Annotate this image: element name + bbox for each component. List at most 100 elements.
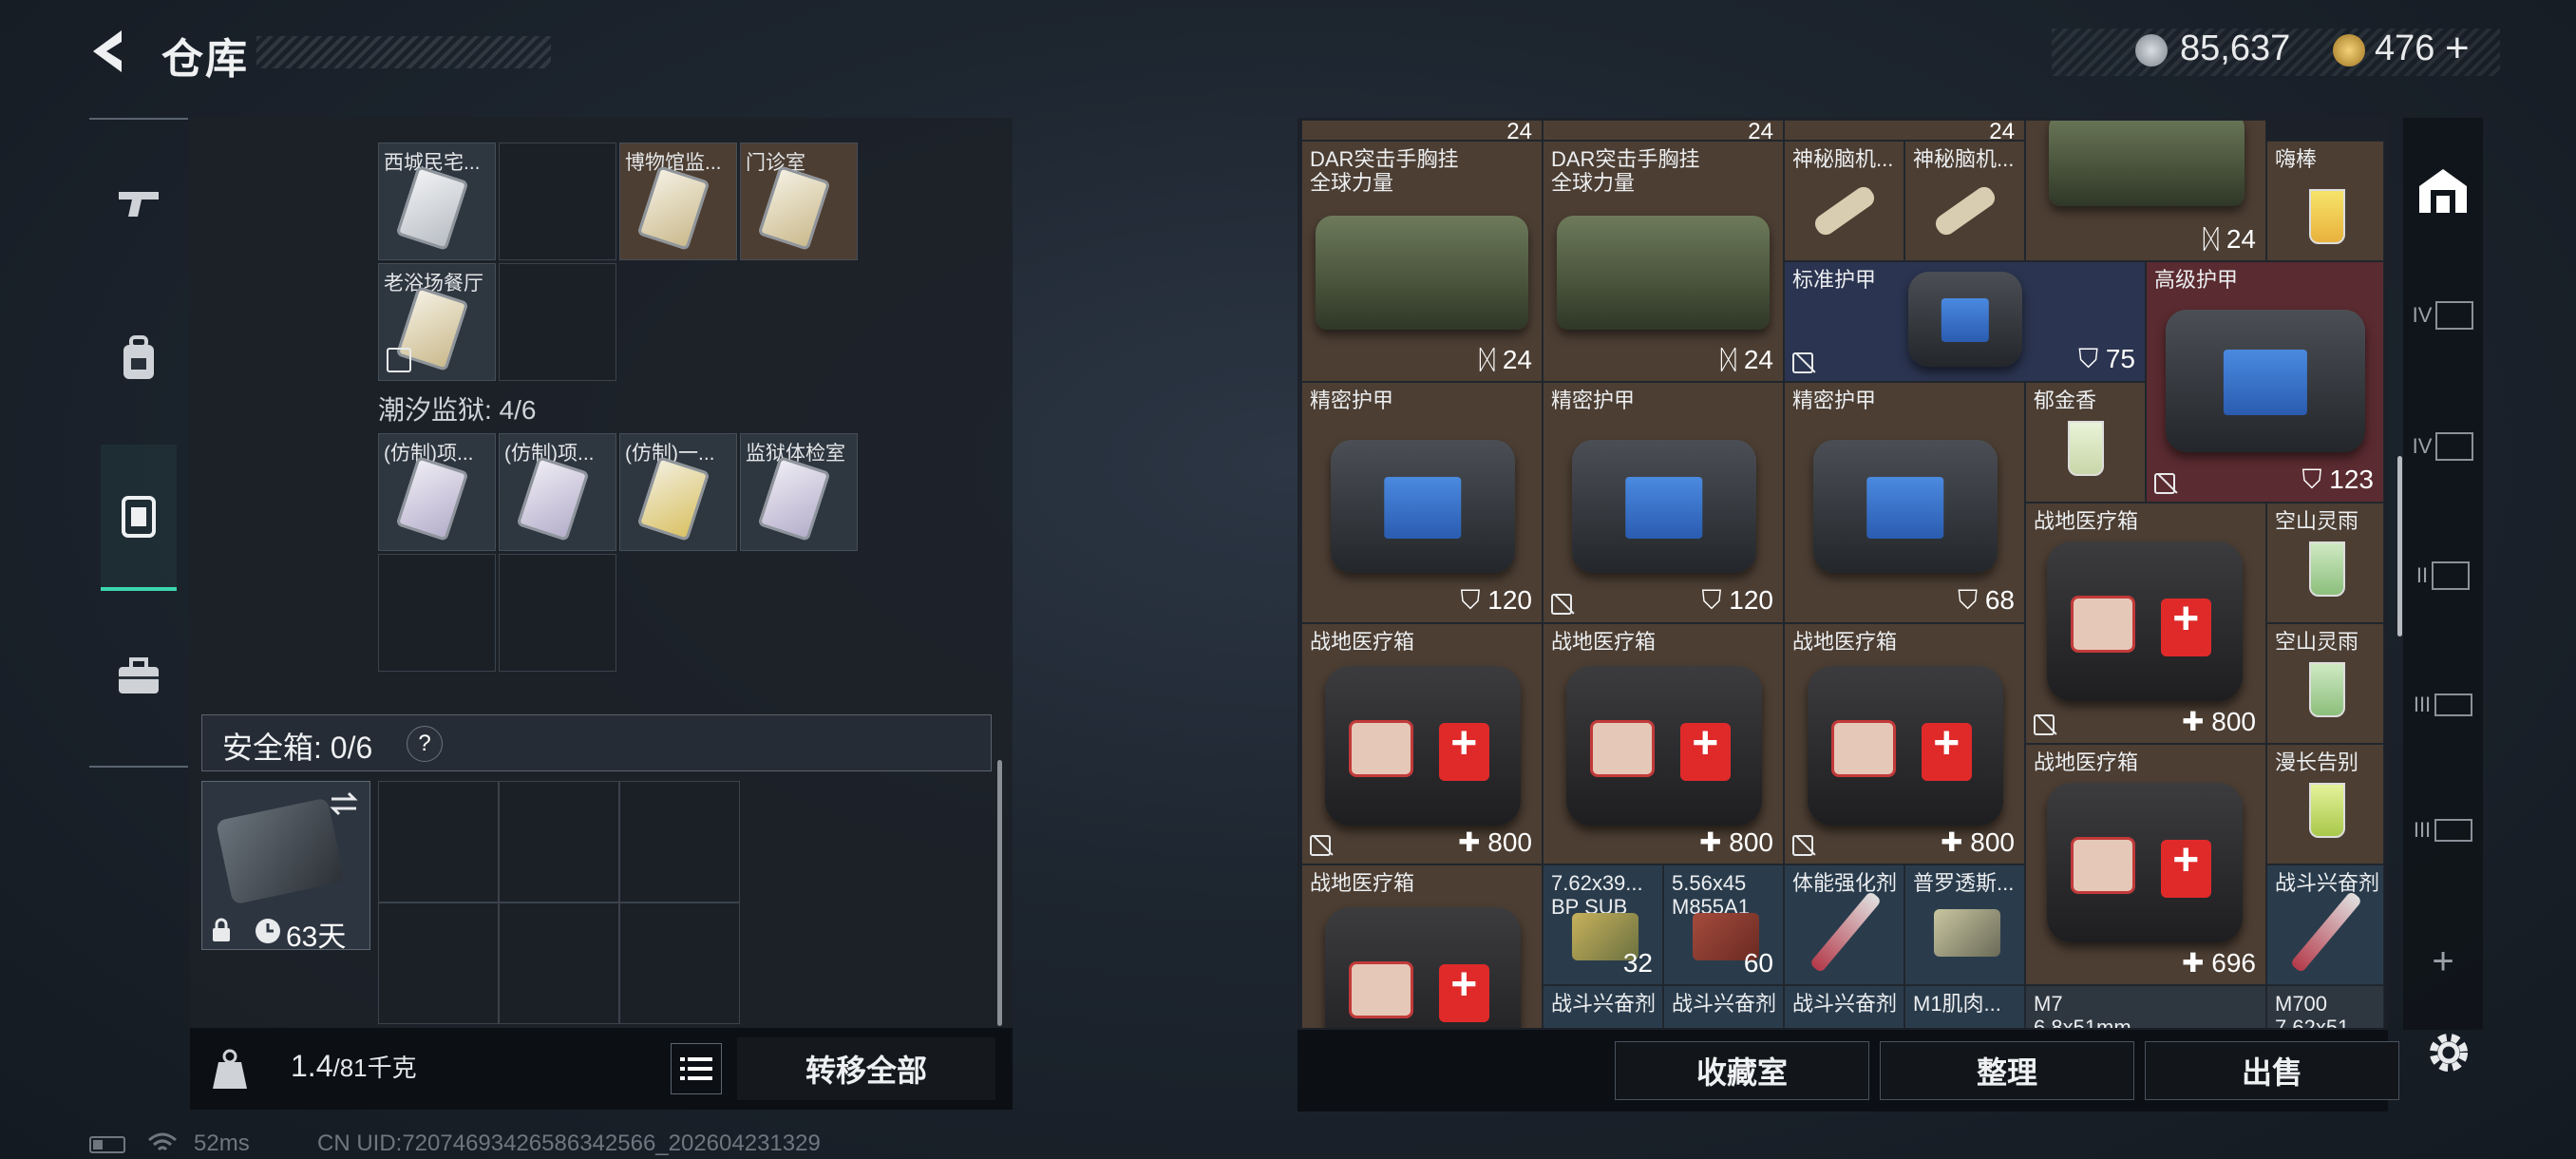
- inventory-item[interactable]: 普罗透斯...: [1904, 864, 2025, 985]
- inventory-item[interactable]: 神秘脑机...: [1904, 141, 2025, 261]
- tier-label: IV: [2412, 434, 2433, 458]
- inventory-item[interactable]: 战地医疗箱 ✚ 696: [2025, 744, 2266, 985]
- item-name: 7.62x39... BP SUB: [1551, 871, 1643, 919]
- empty-slot[interactable]: [499, 263, 616, 381]
- inventory-item[interactable]: 战斗兴奋剂: [2266, 864, 2384, 985]
- inventory-item[interactable]: 战地医疗箱 ✚ 800: [1301, 623, 1543, 864]
- inventory-item[interactable]: 战地医疗箱 ✚ 800: [1784, 623, 2025, 864]
- empty-slot[interactable]: [378, 781, 499, 902]
- inventory-item[interactable]: M7 6.8x51mm: [2025, 985, 2266, 1028]
- item-value: 24: [1506, 120, 1532, 141]
- safe-box-item[interactable]: 63天: [201, 781, 370, 953]
- keycard-slot[interactable]: 门诊室: [740, 142, 858, 260]
- rail-tab-vest[interactable]: [101, 445, 177, 591]
- inventory-item[interactable]: 7.62x39... BP SUB 32: [1543, 864, 1663, 985]
- medkit-icon: [1325, 907, 1521, 1028]
- inventory-item[interactable]: 精密护甲 ⛉ 68: [1784, 382, 2025, 623]
- settings-button[interactable]: [2422, 1026, 2475, 1079]
- keycard-slot[interactable]: (仿制)一...: [619, 433, 737, 551]
- safe-case-icon: [215, 797, 346, 905]
- empty-slot[interactable]: [499, 554, 616, 672]
- capacity-value: 24: [2226, 224, 2256, 254]
- collection-room-button[interactable]: 收藏室: [1615, 1041, 1869, 1100]
- rail-tab-backpack[interactable]: [101, 321, 177, 397]
- inventory-item[interactable]: 体能强化剂: [1784, 864, 1904, 985]
- armor-icon: [1908, 272, 2022, 367]
- empty-slot[interactable]: [619, 902, 740, 1024]
- sell-button[interactable]: 出售: [2145, 1041, 2399, 1100]
- inventory-item[interactable]: DAR突击手胸挂 全球力量 ᛞ 24: [1543, 141, 1784, 382]
- rail-tab-tier-3[interactable]: II: [2409, 542, 2477, 610]
- rail-tab-tier-4[interactable]: III: [2409, 671, 2477, 739]
- partial-item[interactable]: 24: [1301, 120, 1543, 141]
- item-name: 战地医疗箱: [1551, 630, 1657, 654]
- inventory-item[interactable]: M1肌肉...: [1904, 985, 2025, 1028]
- item-count: 60: [1743, 948, 1773, 978]
- add-gold-button[interactable]: +: [2445, 25, 2470, 72]
- item-value: ✚ 696: [2182, 948, 2256, 978]
- inventory-item[interactable]: 神秘脑机...: [1784, 141, 1904, 261]
- inventory-item[interactable]: 5.56x45 M855A1 60: [1663, 864, 1784, 985]
- settings-gear-icon: [2430, 1034, 2468, 1072]
- title-stripe: [256, 36, 551, 68]
- inventory-item[interactable]: 战斗兴奋剂: [1784, 985, 1904, 1028]
- armor-icon: [1572, 440, 1756, 573]
- empty-slot[interactable]: [619, 781, 740, 902]
- back-button[interactable]: [84, 23, 141, 80]
- rail-tab-toolbox[interactable]: [101, 638, 177, 714]
- transfer-all-button[interactable]: 转移全部: [737, 1037, 995, 1100]
- rail-tab-weapons[interactable]: [101, 165, 177, 241]
- rail-tab-tier-1[interactable]: IV: [2409, 281, 2477, 350]
- inventory-item[interactable]: 高级护甲 ⛉ 123: [2146, 261, 2384, 503]
- inventory-item[interactable]: 标准护甲 ⛉ 75: [1784, 261, 2146, 382]
- no-trade-icon: [387, 348, 411, 372]
- keycard-grid-1: 西城民宅... 博物馆监... 门诊室 老浴场餐厅: [378, 142, 862, 390]
- empty-slot[interactable]: [499, 902, 619, 1024]
- inventory-item[interactable]: 空山灵雨: [2266, 503, 2384, 623]
- durability-value: 120: [1729, 585, 1773, 615]
- inventory-item[interactable]: 空山灵雨: [2266, 623, 2384, 744]
- inventory-item[interactable]: 精密护甲 ⛉ 120: [1543, 382, 1784, 623]
- item-value: ✚ 800: [1699, 827, 1773, 857]
- partial-item[interactable]: 24: [1543, 120, 1784, 141]
- empty-slot[interactable]: [378, 902, 499, 1024]
- rail-tab-tier-2[interactable]: IV: [2409, 412, 2477, 481]
- inventory-item[interactable]: 郁金香: [2025, 382, 2146, 503]
- inventory-item[interactable]: 精密护甲 ⛉ 120: [1301, 382, 1543, 623]
- vest-icon: [122, 496, 156, 538]
- keycard-slot[interactable]: (仿制)项...: [499, 433, 616, 551]
- inventory-item[interactable]: 战斗兴奋剂: [1663, 985, 1784, 1028]
- item-name: DAR突击手胸挂 全球力量: [1551, 147, 1700, 195]
- empty-slot[interactable]: [378, 554, 496, 672]
- rail-tab-tier-5[interactable]: III: [2409, 796, 2477, 864]
- add-storage-button[interactable]: +: [2409, 927, 2477, 996]
- item-name: 战斗兴奋剂: [1551, 992, 1657, 1016]
- empty-slot[interactable]: [499, 142, 616, 260]
- storage-icon: [2435, 301, 2474, 330]
- inventory-item[interactable]: 嗨棒: [2266, 141, 2384, 261]
- help-button[interactable]: ?: [407, 726, 443, 762]
- item-name: 战斗兴奋剂: [2275, 871, 2380, 895]
- keycard-slot[interactable]: 老浴场餐厅: [378, 263, 496, 381]
- inventory-item[interactable]: 战斗兴奋剂: [1543, 985, 1663, 1028]
- left-scrollbar[interactable]: [997, 760, 1002, 1026]
- inventory-item[interactable]: DAR突击手胸挂 全球力量 ᛞ 24: [1301, 141, 1543, 382]
- keycard-slot[interactable]: 西城民宅...: [378, 142, 496, 260]
- inventory-item[interactable]: 战地医疗箱 ✚ 800: [1543, 623, 1784, 864]
- inventory-item[interactable]: ᛞ 24: [2025, 120, 2266, 261]
- empty-slot[interactable]: [499, 781, 619, 902]
- rail-tab-warehouse[interactable]: [2409, 156, 2477, 224]
- partial-item[interactable]: 24: [1784, 120, 2025, 141]
- keycard-slot[interactable]: 监狱体检室: [740, 433, 858, 551]
- inventory-item[interactable]: 漫长告别: [2266, 744, 2384, 864]
- keycard-slot[interactable]: (仿制)项...: [378, 433, 496, 551]
- inventory-item[interactable]: M700 7.62x51: [2266, 985, 2384, 1028]
- keycard-slot[interactable]: 博物馆监...: [619, 142, 737, 260]
- heal-value: 800: [1729, 827, 1773, 857]
- inventory-item[interactable]: 战地医疗箱: [1301, 864, 1543, 1028]
- item-name: 空山灵雨: [2275, 509, 2359, 533]
- warehouse-scrollbar[interactable]: [2397, 456, 2402, 636]
- list-view-button[interactable]: [671, 1043, 722, 1094]
- inventory-item[interactable]: 战地医疗箱 ✚ 800: [2025, 503, 2266, 744]
- organize-button[interactable]: 整理: [1880, 1041, 2134, 1100]
